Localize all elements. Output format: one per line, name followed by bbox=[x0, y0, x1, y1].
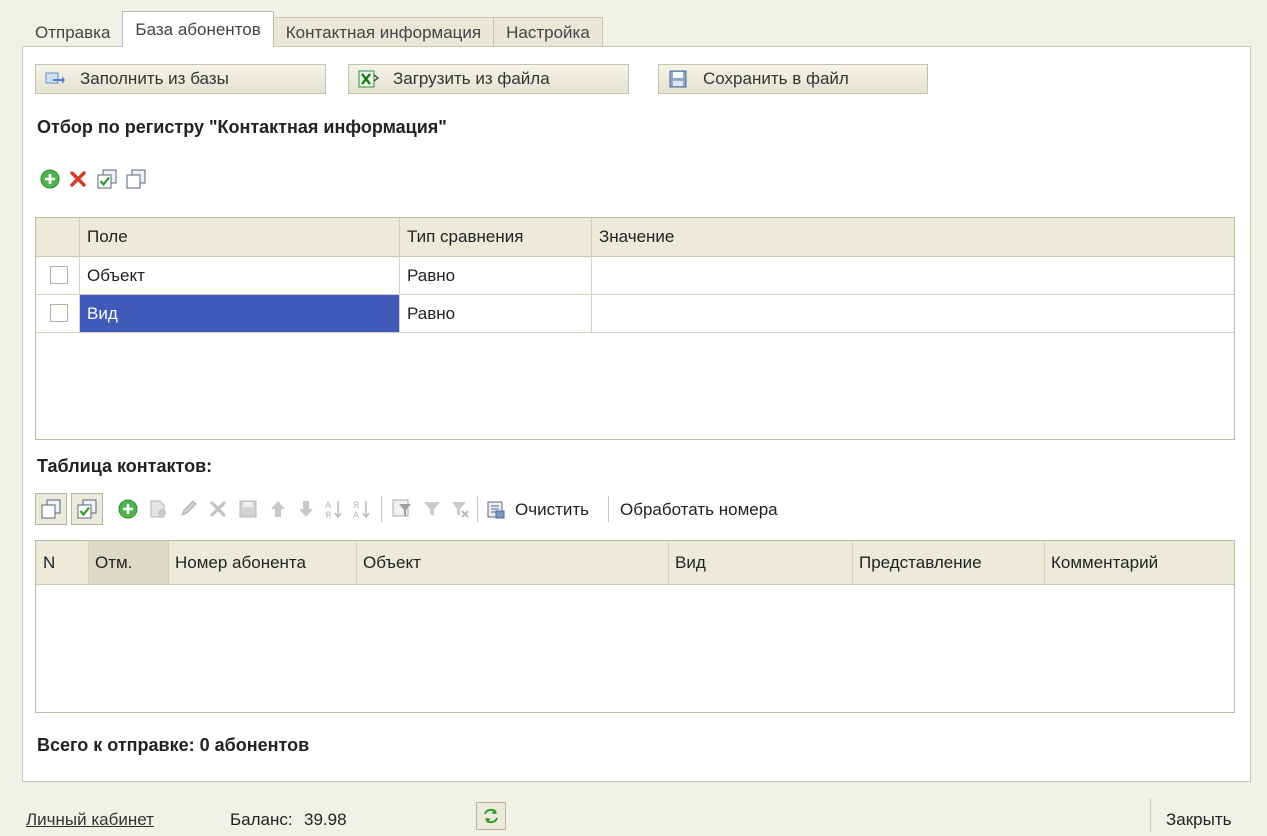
svg-text:Я: Я bbox=[325, 511, 331, 520]
toolbar-separator bbox=[608, 496, 609, 522]
uncheck-all-contacts-button[interactable] bbox=[35, 493, 67, 525]
save-disk-icon bbox=[239, 500, 257, 518]
save-to-file-button[interactable]: Сохранить в файл bbox=[658, 64, 928, 94]
fill-from-base-button[interactable]: Заполнить из базы bbox=[35, 64, 326, 94]
status-bar: Личный кабинет Баланс: 39.98 Закрыть bbox=[0, 792, 1267, 836]
check-all-filter-button[interactable] bbox=[96, 168, 118, 190]
excel-file-icon bbox=[358, 70, 379, 88]
contacts-column-n[interactable]: N bbox=[36, 541, 88, 584]
filter-column-value[interactable]: Значение bbox=[592, 218, 1232, 256]
toolbar-separator bbox=[381, 496, 382, 522]
uncheck-all-icon bbox=[41, 499, 61, 519]
load-from-file-label: Загрузить из файла bbox=[393, 69, 550, 88]
check-all-contacts-button[interactable] bbox=[71, 493, 103, 525]
clear-filter-button[interactable] bbox=[449, 498, 471, 520]
add-filter-button[interactable] bbox=[39, 168, 61, 190]
tab-contact-info[interactable]: Контактная информация bbox=[272, 17, 495, 47]
copy-icon bbox=[150, 500, 166, 518]
filter-row-value[interactable] bbox=[592, 257, 1232, 294]
svg-text:А: А bbox=[325, 501, 332, 511]
personal-cabinet-link[interactable]: Личный кабинет bbox=[26, 810, 154, 830]
close-button[interactable]: Закрыть bbox=[1166, 810, 1231, 830]
balance-label: Баланс: bbox=[230, 810, 293, 829]
contacts-column-presentation[interactable]: Представление bbox=[852, 541, 1044, 584]
svg-text:А: А bbox=[353, 511, 360, 520]
balance-value: 39.98 bbox=[304, 810, 347, 829]
copy-contact-button[interactable] bbox=[147, 498, 169, 520]
check-all-icon bbox=[97, 169, 117, 189]
contacts-column-mark[interactable]: Отм. bbox=[88, 541, 168, 584]
filter-clear-icon bbox=[452, 502, 469, 518]
contacts-title: Таблица контактов: bbox=[37, 456, 213, 476]
filter-row-compare: Равно bbox=[407, 304, 456, 323]
status-separator bbox=[1150, 798, 1151, 832]
load-from-file-button[interactable]: Загрузить из файла bbox=[348, 64, 629, 94]
filter-column-field[interactable]: Поле bbox=[80, 218, 400, 256]
filter-row-field-selected: Вид bbox=[80, 295, 399, 332]
process-numbers-button[interactable]: Обработать номера bbox=[620, 498, 778, 522]
delete-x-icon bbox=[210, 501, 226, 517]
refresh-icon bbox=[484, 808, 498, 824]
delete-contact-button[interactable] bbox=[207, 498, 229, 520]
clear-contacts-button[interactable]: Очистить bbox=[485, 498, 589, 522]
edit-contact-button[interactable] bbox=[177, 498, 199, 520]
sort-descending-button[interactable]: Я А bbox=[351, 498, 373, 520]
filter-title: Отбор по регистру "Контактная информация… bbox=[37, 117, 447, 137]
filter-row-field: Объект bbox=[87, 266, 145, 285]
toolbar-separator bbox=[477, 496, 478, 522]
save-contact-button[interactable] bbox=[237, 498, 259, 520]
delete-x-icon bbox=[70, 171, 86, 187]
uncheck-all-filter-button[interactable] bbox=[125, 168, 147, 190]
tab-subscribers[interactable]: База абонентов bbox=[122, 11, 274, 47]
filter-row-checkbox[interactable] bbox=[50, 304, 68, 322]
save-to-file-label: Сохранить в файл bbox=[703, 69, 849, 88]
contacts-column-comment[interactable]: Комментарий bbox=[1044, 541, 1234, 584]
move-up-button[interactable] bbox=[267, 498, 289, 520]
filter-row-checkbox[interactable] bbox=[50, 266, 68, 284]
contacts-column-object[interactable]: Объект bbox=[356, 541, 668, 584]
filter-column-compare[interactable]: Тип сравнения bbox=[400, 218, 592, 256]
check-all-icon bbox=[77, 499, 97, 519]
filter-settings-icon bbox=[392, 499, 411, 517]
total-to-send: Всего к отправке: 0 абонентов bbox=[37, 735, 310, 755]
tab-settings[interactable]: Настройка bbox=[493, 17, 603, 47]
add-contact-button[interactable] bbox=[117, 498, 139, 520]
fill-from-base-icon bbox=[45, 72, 65, 84]
refresh-balance-button[interactable] bbox=[476, 802, 506, 830]
svg-text:Я: Я bbox=[353, 501, 359, 511]
filter-funnel-icon bbox=[424, 502, 440, 516]
contacts-column-number[interactable]: Номер абонента bbox=[168, 541, 356, 584]
add-circle-icon bbox=[40, 169, 60, 189]
save-disk-icon bbox=[669, 70, 687, 88]
clear-contacts-label: Очистить bbox=[515, 500, 590, 519]
subscribers-panel: Заполнить из базы Загрузить из файла Сох… bbox=[22, 46, 1251, 782]
move-down-button[interactable] bbox=[295, 498, 317, 520]
filter-table-header: Поле Тип сравнения Значение bbox=[36, 218, 1234, 257]
filter-by-value-button[interactable] bbox=[421, 498, 443, 520]
clear-list-icon bbox=[487, 501, 505, 519]
arrow-up-icon bbox=[271, 501, 285, 517]
contacts-column-kind[interactable]: Вид bbox=[668, 541, 852, 584]
arrow-down-icon bbox=[299, 501, 313, 517]
filter-row-value[interactable] bbox=[592, 295, 1232, 332]
contacts-table-header: N Отм. Номер абонента Объект Вид Предста… bbox=[36, 541, 1234, 585]
sort-descending-icon: Я А bbox=[353, 501, 370, 520]
sort-ascending-button[interactable]: А Я bbox=[323, 498, 345, 520]
contacts-table: N Отм. Номер абонента Объект Вид Предста… bbox=[35, 540, 1235, 713]
filter-table: Поле Тип сравнения Значение Объект Равно… bbox=[35, 217, 1235, 440]
set-filter-button[interactable] bbox=[391, 498, 413, 520]
pencil-icon bbox=[181, 500, 197, 516]
tab-bar: Отправка База абонентов Контактная инфор… bbox=[22, 11, 603, 47]
filter-row-compare: Равно bbox=[407, 266, 456, 285]
delete-filter-button[interactable] bbox=[67, 168, 89, 190]
uncheck-all-icon bbox=[126, 169, 146, 189]
add-circle-icon bbox=[118, 499, 138, 519]
tab-send[interactable]: Отправка bbox=[22, 17, 123, 47]
fill-from-base-label: Заполнить из базы bbox=[80, 69, 229, 88]
sort-ascending-icon: А Я bbox=[325, 501, 342, 520]
